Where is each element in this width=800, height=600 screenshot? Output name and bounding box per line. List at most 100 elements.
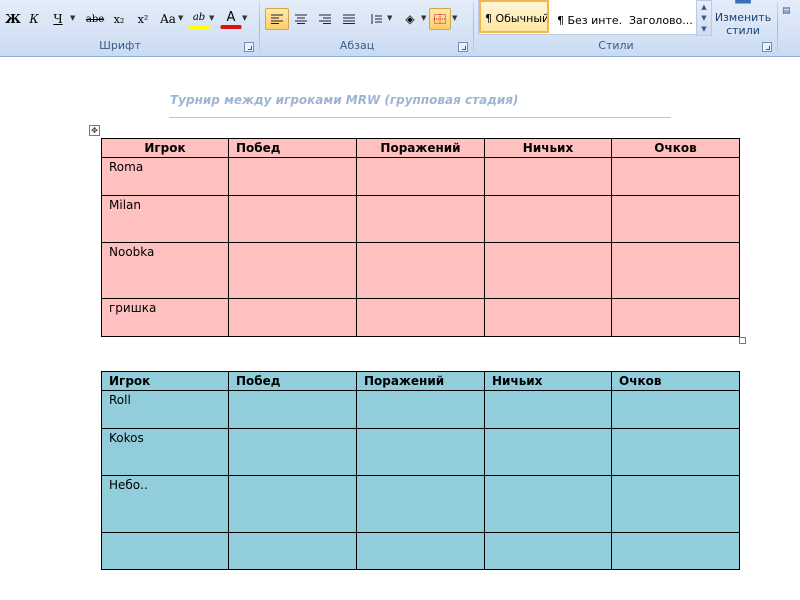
cell-points[interactable] (611, 298, 740, 337)
font-color-button[interactable]: A (220, 8, 242, 29)
strikethrough-button[interactable]: abe (82, 8, 108, 30)
cell-player[interactable]: Milan (101, 195, 229, 243)
styles-dialog-launcher-icon[interactable] (762, 42, 772, 52)
cell-player[interactable] (101, 532, 229, 570)
cell-draws[interactable] (484, 298, 612, 337)
header-points[interactable]: Очков (611, 371, 740, 391)
styles-scroll[interactable]: ▲ ▼ ▼ (696, 0, 712, 36)
header-player[interactable]: Игрок (101, 371, 229, 391)
cell-wins[interactable] (228, 428, 357, 476)
cell-draws[interactable] (484, 428, 612, 476)
tournament-table-2: Игрок Побед Поражений Ничьих Очков Roll … (101, 371, 740, 570)
cell-draws[interactable] (484, 532, 612, 570)
table-resize-handle[interactable] (739, 337, 746, 344)
header-points[interactable]: Очков (611, 138, 740, 158)
editing-group-partial: ▤ (782, 6, 791, 16)
style-heading[interactable]: Заголово... (625, 0, 695, 33)
cell-losses[interactable] (356, 298, 485, 337)
borders-button[interactable] (429, 8, 451, 30)
header-draws[interactable]: Ничьих (484, 371, 612, 391)
cell-points[interactable] (611, 390, 740, 429)
justify-button[interactable] (337, 8, 361, 30)
cell-wins[interactable] (228, 195, 357, 243)
cell-points[interactable] (611, 428, 740, 476)
header-draws[interactable]: Ничьих (484, 138, 612, 158)
table-header-row: Игрок Побед Поражений Ничьих Очков (101, 371, 740, 391)
style-no-spacing[interactable]: ¶ Без инте... (553, 0, 623, 33)
table-row: Milan (101, 195, 740, 243)
chevron-down-icon[interactable]: ▼ (701, 14, 706, 22)
cell-points[interactable] (611, 242, 740, 299)
cell-wins[interactable] (228, 532, 357, 570)
document-page[interactable]: Турнир между игроками MRW (групповая ста… (0, 57, 800, 600)
header-wins[interactable]: Побед (228, 138, 357, 158)
superscript-button[interactable]: x² (132, 8, 154, 30)
align-left-icon (271, 14, 283, 24)
cell-player[interactable]: Roll (101, 390, 229, 429)
table-row: Noobka (101, 242, 740, 299)
chevron-up-icon[interactable]: ▲ (701, 3, 706, 11)
change-styles-button[interactable]: ▀▀ Изменить стили (712, 0, 774, 38)
underline-button[interactable]: Ч (48, 8, 68, 30)
cell-losses[interactable] (356, 157, 485, 196)
cell-points[interactable] (611, 475, 740, 533)
table-move-handle-icon[interactable]: ✥ (89, 125, 100, 136)
cell-points[interactable] (611, 195, 740, 243)
header-player[interactable]: Игрок (101, 138, 229, 158)
change-case-dropdown-icon[interactable]: ▼ (178, 14, 183, 22)
header-losses[interactable]: Поражений (356, 138, 485, 158)
font-color-dropdown-icon[interactable]: ▼ (242, 14, 247, 22)
cell-wins[interactable] (228, 475, 357, 533)
borders-dropdown-icon[interactable]: ▼ (452, 14, 457, 22)
font-dialog-launcher-icon[interactable] (244, 42, 254, 52)
paragraph-dialog-launcher-icon[interactable] (458, 42, 468, 52)
cell-losses[interactable] (356, 428, 485, 476)
line-spacing-button[interactable] (364, 8, 388, 30)
italic-button[interactable]: К (24, 8, 44, 30)
cell-losses[interactable] (356, 390, 485, 429)
align-right-button[interactable] (313, 8, 337, 30)
font-group: Ж К Ч ▼ abe x₂ x² Aa ▼ ab ▼ A ▼ Шрифт (0, 0, 256, 56)
cell-draws[interactable] (484, 242, 612, 299)
shading-dropdown-icon[interactable]: ▼ (421, 14, 426, 22)
cell-wins[interactable] (228, 298, 357, 337)
cell-losses[interactable] (356, 475, 485, 533)
group-separator (473, 2, 474, 54)
cell-player[interactable]: гришка (101, 298, 229, 337)
cell-losses[interactable] (356, 195, 485, 243)
ribbon: Ж К Ч ▼ abe x₂ x² Aa ▼ ab ▼ A ▼ Шрифт ▼ (0, 0, 800, 57)
cell-wins[interactable] (228, 390, 357, 429)
highlight-button[interactable]: ab (188, 8, 210, 29)
highlight-dropdown-icon[interactable]: ▼ (209, 14, 214, 22)
cell-losses[interactable] (356, 532, 485, 570)
cell-player[interactable]: Небо.. (101, 475, 229, 533)
cell-wins[interactable] (228, 242, 357, 299)
font-group-label: Шрифт (99, 39, 141, 52)
tournament-table-1: Игрок Побед Поражений Ничьих Очков Roma … (101, 138, 740, 337)
cell-player[interactable]: Roma (101, 157, 229, 196)
cell-draws[interactable] (484, 390, 612, 429)
bold-button[interactable]: Ж (3, 8, 23, 30)
document-title[interactable]: Турнир между игроками MRW (групповая ста… (170, 93, 670, 107)
align-left-button[interactable] (265, 8, 289, 30)
align-center-button[interactable] (289, 8, 313, 30)
cell-points[interactable] (611, 532, 740, 570)
change-case-button[interactable]: Aa (156, 8, 180, 30)
paint-bucket-icon: ◈ (405, 12, 415, 26)
underline-dropdown-icon[interactable]: ▼ (70, 14, 75, 22)
cell-draws[interactable] (484, 475, 612, 533)
more-icon[interactable]: ▼ (701, 25, 706, 33)
cell-points[interactable] (611, 157, 740, 196)
header-losses[interactable]: Поражений (356, 371, 485, 391)
line-spacing-dropdown-icon[interactable]: ▼ (387, 14, 392, 22)
cell-draws[interactable] (484, 195, 612, 243)
style-normal[interactable]: ¶ Обычный (479, 0, 549, 33)
shading-button[interactable]: ◈ (398, 8, 422, 30)
subscript-button[interactable]: x₂ (108, 8, 130, 30)
cell-player[interactable]: Kokos (101, 428, 229, 476)
cell-player[interactable]: Noobka (101, 242, 229, 299)
cell-losses[interactable] (356, 242, 485, 299)
header-wins[interactable]: Побед (228, 371, 357, 391)
cell-draws[interactable] (484, 157, 612, 196)
cell-wins[interactable] (228, 157, 357, 196)
